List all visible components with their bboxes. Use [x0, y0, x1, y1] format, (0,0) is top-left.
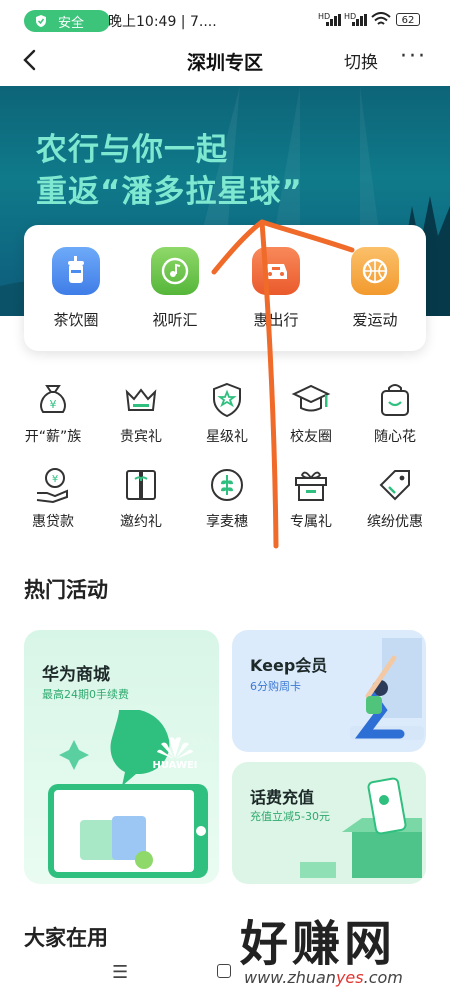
huawei-petal-icon — [157, 737, 193, 759]
page-title: 深圳专区 — [186, 52, 263, 74]
watermark-logo: 好赚网 — [240, 916, 397, 972]
section-title-popular: 大家在用 — [24, 926, 108, 950]
money-bag-icon: ¥ — [40, 385, 66, 413]
card-title: 话费充值 — [250, 788, 315, 807]
ball-icon — [351, 247, 399, 295]
star-shield-icon — [213, 382, 241, 418]
huawei-logo: HUAWEI — [140, 730, 210, 790]
grid-label: 星级礼 — [206, 429, 248, 445]
crown-icon — [125, 388, 157, 411]
status-time: 晚上10:49 | 7.... — [108, 14, 217, 30]
category-av[interactable]: 视听汇 — [135, 247, 215, 330]
category-label: 视听汇 — [152, 311, 198, 329]
section-title-hot: 热门活动 — [24, 578, 108, 602]
drink-icon — [52, 247, 100, 295]
grid-item-loan[interactable]: ¥ 惠贷款 — [8, 465, 98, 531]
grid-item-vip[interactable]: 贵宾礼 — [96, 380, 186, 446]
category-sports[interactable]: 爱运动 — [335, 247, 415, 330]
grid-label: 随心花 — [374, 429, 416, 445]
category-label: 惠出行 — [253, 311, 299, 329]
top-nav: 深圳专区 切换 ··· — [0, 38, 450, 84]
card-title: 华为商城 — [42, 665, 110, 685]
huawei-logo-text: HUAWEI — [152, 760, 198, 771]
card-subtitle: 充值立减5-30元 — [250, 810, 330, 823]
category-label: 爱运动 — [352, 311, 398, 329]
signal-bars-icon — [326, 14, 341, 26]
home-nav-button[interactable] — [217, 964, 231, 978]
status-bar: 安全 晚上10:49 | 7.... HD HD 62 — [0, 0, 450, 38]
gift-box-icon — [126, 470, 156, 500]
safe-label: 安全 — [58, 15, 85, 31]
card-subtitle: 最高24期0手续费 — [42, 688, 129, 701]
switch-button[interactable]: 切换 — [344, 48, 378, 73]
wifi-icon — [371, 12, 391, 25]
category-tea[interactable]: 茶饮圈 — [36, 247, 116, 330]
grid-item-salary[interactable]: ¥ 开“薪”族 — [8, 380, 98, 446]
grid-item-discount[interactable]: 缤纷优惠 — [350, 465, 440, 531]
grid-item-star[interactable]: 星级礼 — [182, 380, 272, 446]
wheat-icon — [211, 469, 243, 501]
card-subtitle: 6分购周卡 — [250, 680, 301, 693]
category-label: 茶饮圈 — [53, 311, 99, 329]
grid-label: 惠贷款 — [32, 514, 74, 530]
card-title: Keep会员 — [250, 656, 328, 675]
grid-label: 专属礼 — [290, 514, 332, 530]
shopping-bag-icon — [381, 384, 409, 416]
loan-hand-icon: ¥ — [36, 468, 68, 504]
grid-label: 缤纷优惠 — [367, 514, 423, 530]
menu-nav-button[interactable]: ☰ — [112, 962, 128, 983]
car-icon — [252, 247, 300, 295]
grid-label: 校友圈 — [290, 429, 332, 445]
svg-text:¥: ¥ — [50, 398, 57, 411]
battery-indicator: 62 — [396, 13, 420, 26]
safe-badge: 安全 — [24, 10, 110, 32]
banner-headline-1: 农行与你一起 — [36, 132, 228, 168]
signal-bars-icon-2 — [352, 14, 367, 26]
banner-headline-2: 重返“潘多拉星球” — [36, 174, 303, 210]
keep-card[interactable]: Keep会员 6分购周卡 — [232, 630, 426, 752]
gift-icon — [295, 471, 327, 501]
watermark-url: www.zhuanyes.com — [244, 968, 403, 987]
svg-text:¥: ¥ — [52, 474, 58, 485]
grid-label: 开“薪”族 — [24, 429, 82, 445]
grid-label: 邀约礼 — [120, 514, 162, 530]
topup-card[interactable]: 话费充值 充值立减5-30元 — [232, 762, 426, 884]
grid-label: 享麦穗 — [206, 514, 248, 530]
category-travel[interactable]: 惠出行 — [236, 247, 316, 330]
grid-item-alumni[interactable]: 校友圈 — [266, 380, 356, 446]
huawei-card[interactable]: 华为商城 最高24期0手续费 HUAWEI — [24, 630, 219, 884]
shield-icon — [36, 15, 46, 27]
grid-item-wheat[interactable]: 享麦穗 — [182, 465, 272, 531]
grid-item-invite[interactable]: 邀约礼 — [96, 465, 186, 531]
tag-icon — [379, 470, 410, 501]
grid-item-spend[interactable]: 随心花 — [350, 380, 440, 446]
more-menu-button[interactable]: ··· — [400, 46, 427, 68]
category-card: 茶饮圈 视听汇 惠出行 爱运动 — [24, 225, 426, 351]
music-icon — [151, 247, 199, 295]
grid-item-exclusive[interactable]: 专属礼 — [266, 465, 356, 531]
graduation-cap-icon — [291, 384, 331, 412]
grid-label: 贵宾礼 — [120, 429, 162, 445]
